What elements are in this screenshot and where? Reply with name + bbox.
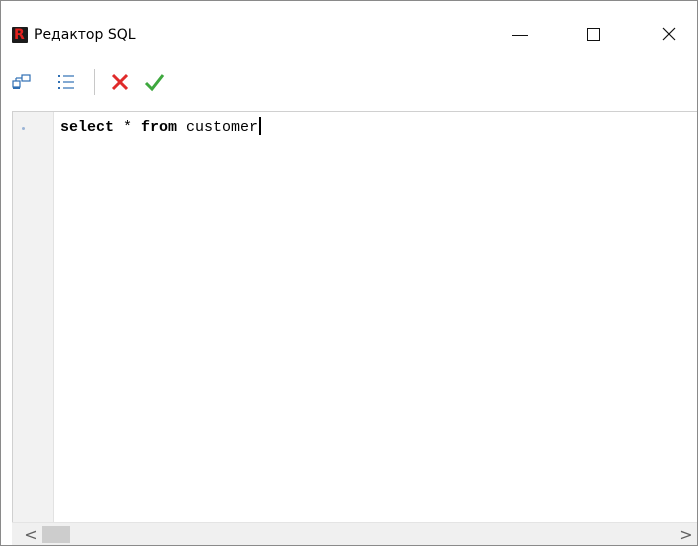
- cancel-button[interactable]: [109, 71, 131, 93]
- query-builder-icon: [12, 74, 31, 89]
- app-logo-icon: R: [12, 27, 28, 43]
- green-check-icon: [144, 74, 165, 92]
- text-caret: [259, 117, 262, 135]
- sql-operator: *: [114, 119, 142, 136]
- scroll-left-icon[interactable]: <: [20, 523, 42, 545]
- sql-keyword-from: from: [141, 119, 178, 136]
- close-icon: [662, 27, 676, 41]
- maximize-icon: [587, 28, 600, 41]
- sql-table-name: customer: [177, 119, 259, 136]
- scrollbar-thumb[interactable]: [42, 526, 70, 543]
- minimize-icon: [512, 35, 528, 36]
- app-logo-letter: R: [14, 27, 25, 43]
- close-button[interactable]: [646, 13, 692, 57]
- sql-editor[interactable]: select * from customer: [12, 111, 697, 522]
- toolbar-separator: [94, 69, 95, 95]
- toolbar: [1, 65, 697, 99]
- maximize-button[interactable]: [571, 13, 617, 57]
- current-line-marker: [22, 127, 25, 130]
- window-title: Редактор SQL: [34, 27, 136, 43]
- list-button[interactable]: [55, 71, 77, 93]
- query-builder-button[interactable]: [11, 71, 33, 93]
- ok-button[interactable]: [143, 71, 165, 93]
- scroll-right-icon[interactable]: >: [675, 523, 697, 545]
- line-gutter: [13, 112, 54, 522]
- sql-keyword-select: select: [60, 119, 115, 136]
- code-line-1[interactable]: select * from customer: [60, 117, 262, 138]
- horizontal-scrollbar[interactable]: < >: [12, 522, 697, 545]
- sql-editor-window: R Редактор SQL select * from customer < …: [0, 0, 698, 546]
- minimize-button[interactable]: [498, 13, 544, 57]
- title-bar[interactable]: R Редактор SQL: [1, 1, 697, 57]
- red-x-icon: [111, 73, 129, 91]
- list-icon: [58, 75, 74, 89]
